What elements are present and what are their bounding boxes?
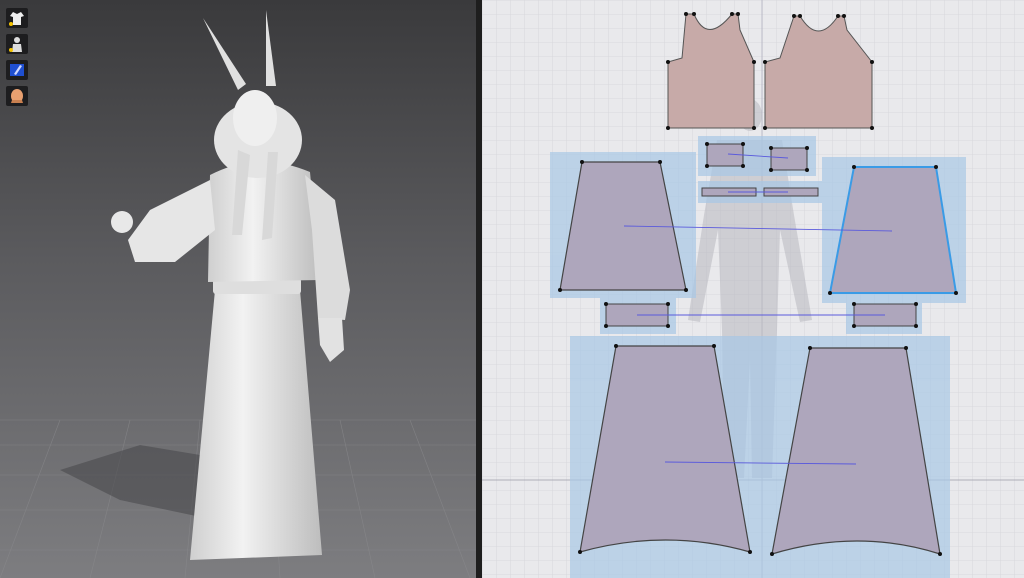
robe-skirt [190, 290, 322, 560]
toolbar-head-button[interactable] [6, 86, 28, 106]
toolbar-tool-button[interactable] [6, 60, 28, 80]
toolbar-avatar-button[interactable] [6, 34, 28, 54]
horn-right [266, 10, 276, 86]
pattern-canvas [482, 0, 1024, 578]
3d-viewport[interactable] [0, 0, 476, 578]
garment-icon [9, 12, 24, 26]
figure-shadow [60, 445, 215, 520]
raised-fist [111, 211, 133, 233]
avatar-icon [9, 37, 22, 52]
3d-scene [0, 10, 476, 578]
head [233, 90, 277, 146]
head-icon [11, 89, 23, 103]
right-hand [318, 318, 344, 362]
tool-icon [10, 64, 24, 76]
2d-pattern-window[interactable] [482, 0, 1024, 578]
horn-left [203, 18, 246, 90]
cuff-piece-right [770, 147, 808, 171]
toolbar-garment-button[interactable] [6, 8, 28, 28]
robe-sleeve-left [128, 180, 215, 262]
